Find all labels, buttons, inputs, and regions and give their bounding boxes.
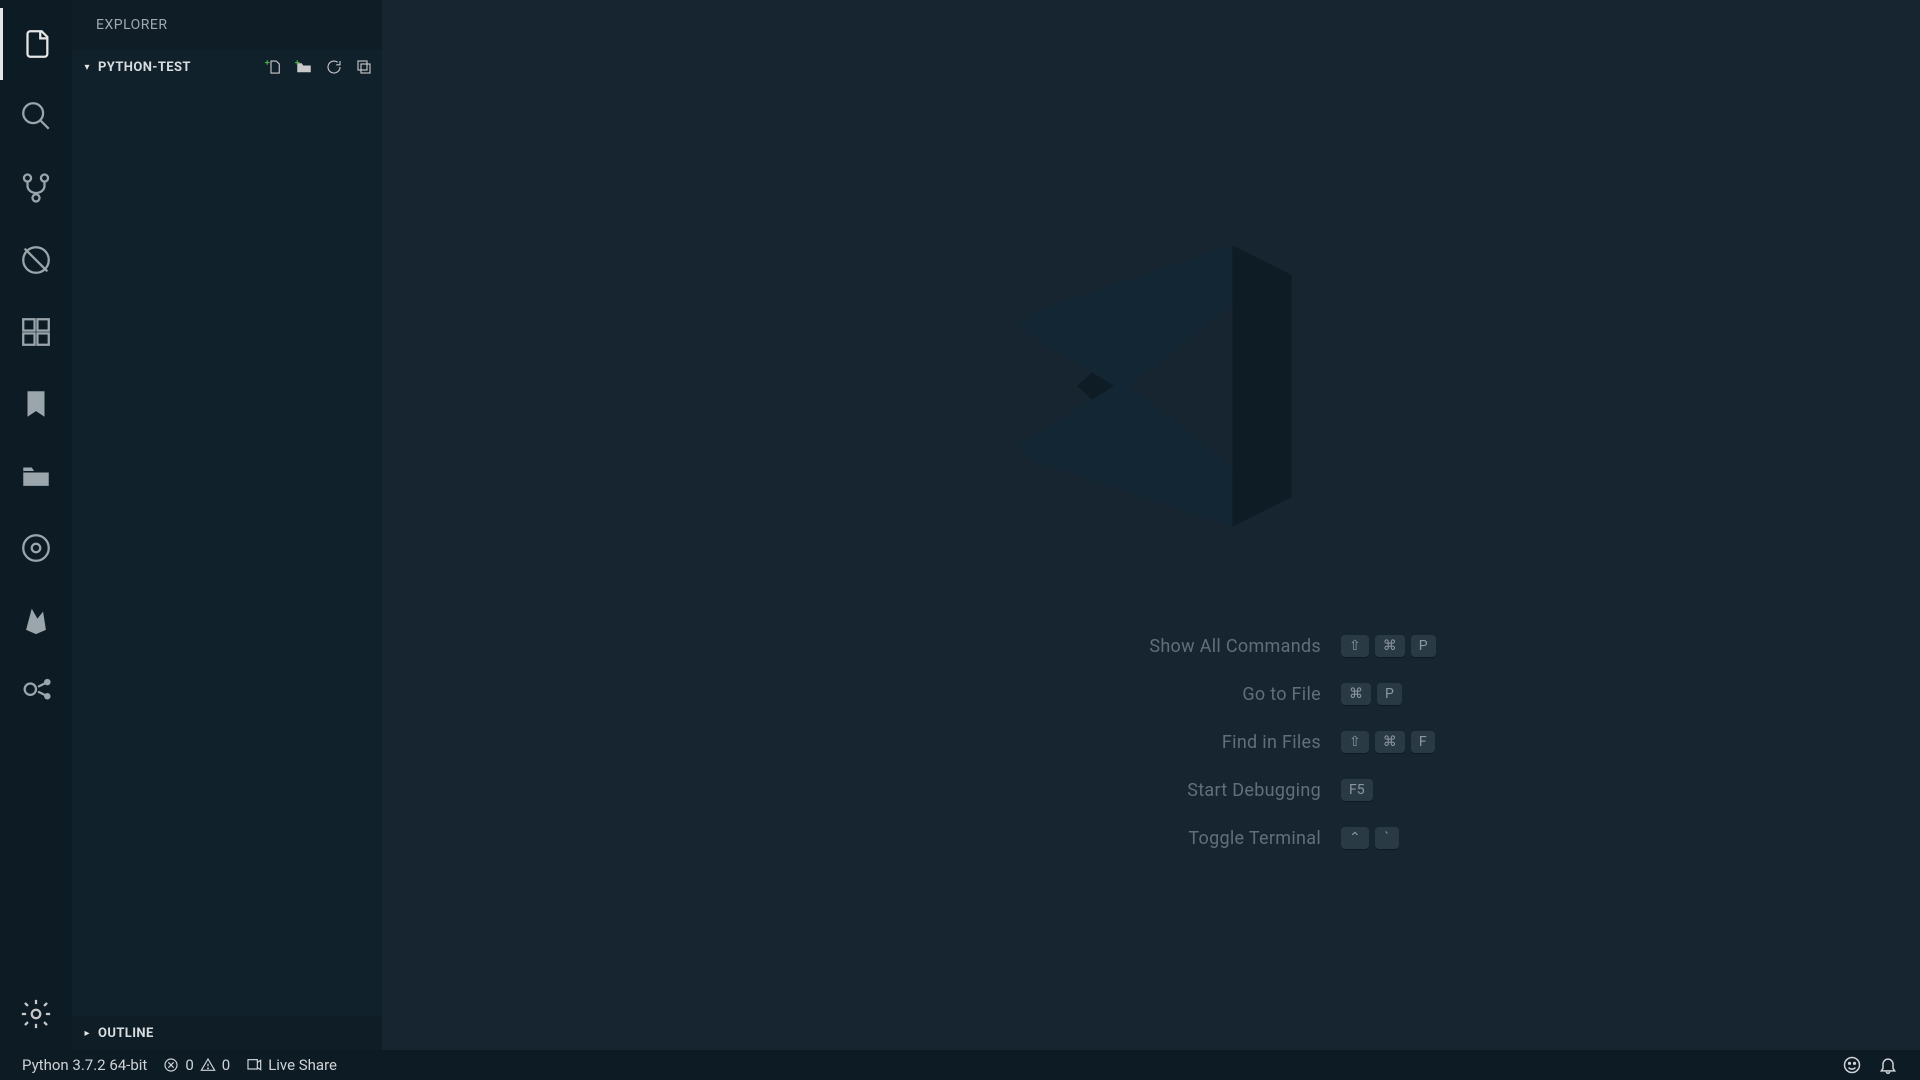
cmd-find-in-files: Find in Files ⇧ ⌘ F	[801, 731, 1501, 753]
cmd-show-all-commands: Show All Commands ⇧ ⌘ P	[801, 635, 1501, 657]
cmd-keys: ⌃ `	[1341, 827, 1501, 849]
git-branch-icon	[19, 171, 53, 205]
cmd-label: Toggle Terminal	[801, 828, 1321, 849]
status-bar: Python 3.7.2 64-bit 0 0 Live Share	[0, 1050, 1920, 1080]
activity-live-share[interactable]	[0, 656, 72, 728]
key: P	[1377, 683, 1402, 705]
key: `	[1375, 827, 1399, 849]
error-count: 0	[185, 1056, 193, 1074]
activity-git-graph[interactable]	[0, 512, 72, 584]
cmd-label: Find in Files	[801, 732, 1321, 753]
cmd-keys: F5	[1341, 779, 1501, 801]
activity-project-manager[interactable]	[0, 440, 72, 512]
gear-icon	[19, 997, 53, 1031]
activity-firebase[interactable]	[0, 584, 72, 656]
extensions-icon	[19, 315, 53, 349]
new-file-icon	[265, 58, 283, 76]
new-folder-button[interactable]	[294, 57, 314, 77]
cmd-keys: ⌘ P	[1341, 683, 1501, 705]
collapse-all-button[interactable]	[354, 57, 374, 77]
bookmark-icon	[19, 387, 53, 421]
editor-empty-state: Show All Commands ⇧ ⌘ P Go to File ⌘ P F	[382, 0, 1920, 1050]
status-live-share[interactable]: Live Share	[238, 1050, 345, 1080]
cmd-toggle-terminal: Toggle Terminal ⌃ `	[801, 827, 1501, 849]
cmd-label: Start Debugging	[801, 780, 1321, 801]
warning-count: 0	[222, 1056, 230, 1074]
folder-header[interactable]: ▾ PYTHON-TEST	[72, 50, 382, 84]
cmd-label: Show All Commands	[801, 636, 1321, 657]
refresh-button[interactable]	[324, 57, 344, 77]
key: ⇧	[1341, 731, 1369, 753]
smiley-icon	[1842, 1055, 1862, 1075]
status-notifications[interactable]	[1870, 1055, 1906, 1075]
outline-label: OUTLINE	[98, 1026, 154, 1041]
cmd-keys: ⇧ ⌘ F	[1341, 731, 1501, 753]
activity-settings[interactable]	[0, 978, 72, 1050]
key: F5	[1341, 779, 1373, 801]
status-problems[interactable]: 0 0	[155, 1050, 238, 1080]
files-icon	[19, 27, 53, 61]
activity-source-control[interactable]	[0, 152, 72, 224]
cmd-label: Go to File	[801, 684, 1321, 705]
key: F	[1411, 731, 1435, 753]
key: ⌘	[1375, 635, 1405, 657]
error-icon	[163, 1057, 179, 1073]
activity-bookmarks[interactable]	[0, 368, 72, 440]
firebase-icon	[19, 603, 53, 637]
new-folder-icon	[295, 58, 313, 76]
key: P	[1411, 635, 1436, 657]
activity-extensions[interactable]	[0, 296, 72, 368]
warning-icon	[200, 1057, 216, 1073]
key: ⌘	[1341, 683, 1371, 705]
activity-search[interactable]	[0, 80, 72, 152]
status-feedback[interactable]	[1834, 1055, 1870, 1075]
sidebar-title: EXPLORER	[72, 0, 382, 50]
key: ⇧	[1341, 635, 1369, 657]
key: ⌃	[1341, 827, 1369, 849]
git-graph-icon	[19, 531, 53, 565]
live-share-icon	[19, 675, 53, 709]
python-version: Python 3.7.2 64-bit	[22, 1056, 147, 1074]
chevron-down-icon: ▾	[80, 62, 94, 73]
outline-header[interactable]: ▸ OUTLINE	[72, 1016, 382, 1050]
sidebar: EXPLORER ▾ PYTHON-TEST	[72, 0, 382, 1050]
collapse-icon	[355, 58, 373, 76]
folder-icon	[19, 459, 53, 493]
key: ⌘	[1375, 731, 1405, 753]
cmd-go-to-file: Go to File ⌘ P	[801, 683, 1501, 705]
vscode-logo	[966, 201, 1336, 575]
chevron-right-icon: ▸	[80, 1028, 94, 1039]
welcome-commands: Show All Commands ⇧ ⌘ P Go to File ⌘ P F	[801, 635, 1501, 849]
live-share-label: Live Share	[268, 1056, 337, 1074]
activity-debug[interactable]	[0, 224, 72, 296]
file-tree[interactable]	[72, 84, 382, 1016]
search-icon	[19, 99, 53, 133]
activity-bar	[0, 0, 72, 1050]
cmd-start-debugging: Start Debugging F5	[801, 779, 1501, 801]
broadcast-icon	[246, 1057, 262, 1073]
status-python[interactable]: Python 3.7.2 64-bit	[14, 1050, 155, 1080]
activity-explorer[interactable]	[0, 8, 72, 80]
cmd-keys: ⇧ ⌘ P	[1341, 635, 1501, 657]
folder-name: PYTHON-TEST	[98, 60, 191, 75]
new-file-button[interactable]	[264, 57, 284, 77]
folder-actions	[264, 57, 374, 77]
bell-icon	[1878, 1055, 1898, 1075]
bug-icon	[19, 243, 53, 277]
refresh-icon	[325, 58, 343, 76]
